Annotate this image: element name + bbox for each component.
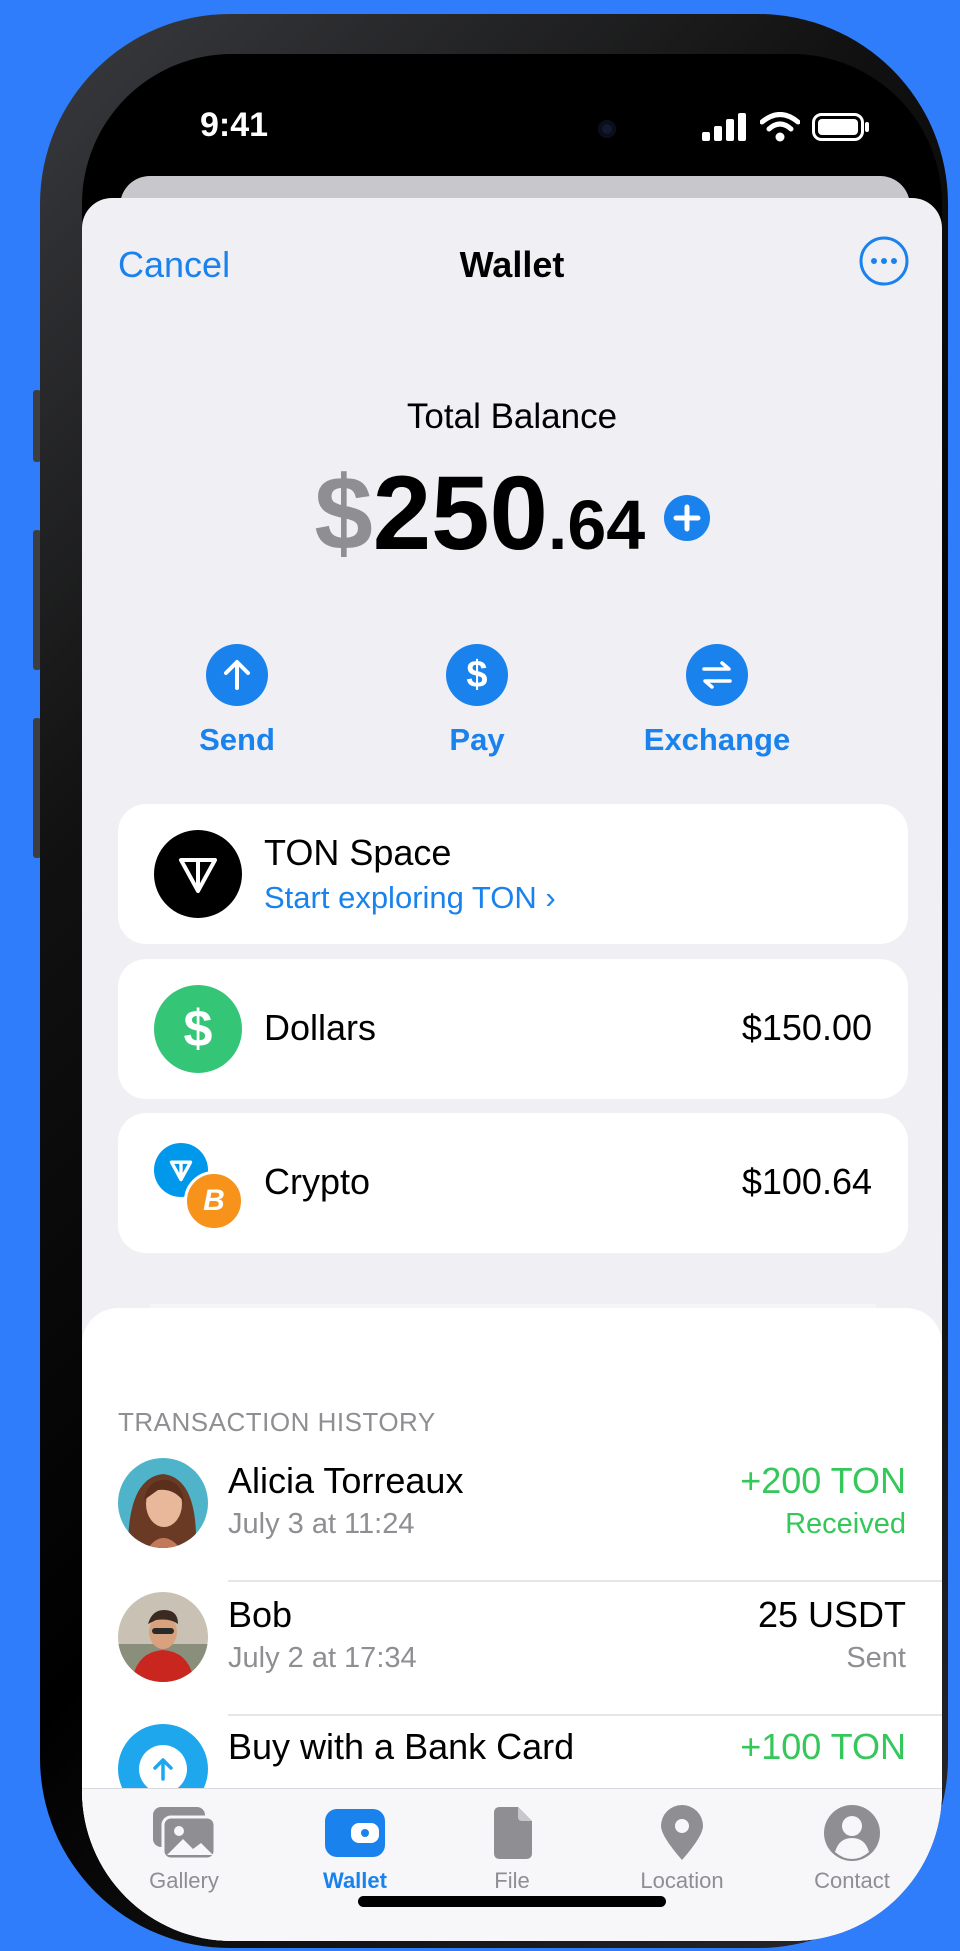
exchange-label: Exchange bbox=[643, 722, 791, 757]
signal-icon bbox=[702, 113, 746, 141]
status-icons bbox=[702, 112, 870, 142]
transaction-name: Alicia Torreaux bbox=[228, 1460, 464, 1501]
balance-currency: $ bbox=[314, 455, 373, 572]
crypto-amount: $100.64 bbox=[741, 1161, 872, 1202]
wallet-icon bbox=[285, 1804, 425, 1862]
pay-label: Pay bbox=[449, 722, 505, 757]
ton-space-card[interactable]: TON Space Start exploring TON › bbox=[118, 804, 908, 944]
tab-file-label: File bbox=[494, 1868, 530, 1893]
file-icon bbox=[442, 1804, 582, 1862]
send-button[interactable]: Send bbox=[137, 644, 337, 758]
dollar-icon: $ bbox=[446, 644, 508, 706]
transaction-name: Bob bbox=[228, 1594, 293, 1635]
tab-wallet-label: Wallet bbox=[323, 1868, 387, 1893]
gallery-icon bbox=[114, 1804, 254, 1862]
transaction-row[interactable]: Alicia Torreaux July 3 at 11:24 +200 TON… bbox=[82, 1448, 942, 1580]
phone-screen: 9:41 Cancel Wallet Total Balance $250.64 bbox=[82, 54, 942, 1941]
add-funds-icon[interactable] bbox=[663, 495, 710, 541]
wifi-icon bbox=[760, 112, 800, 142]
tab-contact-label: Contact bbox=[814, 1868, 890, 1893]
transaction-date: July 3 at 11:24 bbox=[228, 1508, 415, 1540]
battery-icon bbox=[812, 113, 869, 141]
tab-wallet[interactable]: Wallet bbox=[285, 1804, 425, 1894]
exchange-icon bbox=[686, 644, 748, 706]
avatar bbox=[118, 1458, 208, 1548]
tab-gallery[interactable]: Gallery bbox=[114, 1804, 254, 1894]
ton-space-link[interactable]: Start exploring TON › bbox=[264, 880, 556, 916]
transaction-amount: +100 TON bbox=[740, 1726, 906, 1767]
pay-button[interactable]: $ Pay bbox=[377, 644, 577, 758]
tab-location[interactable]: Location bbox=[612, 1804, 752, 1894]
contact-icon bbox=[782, 1804, 922, 1862]
total-balance: $250.64 bbox=[82, 454, 942, 574]
crypto-label: Crypto bbox=[264, 1161, 371, 1202]
transaction-name: Buy with a Bank Card bbox=[228, 1726, 575, 1767]
more-options-icon[interactable] bbox=[859, 236, 909, 286]
dollars-account[interactable]: $ Dollars $150.00 bbox=[118, 959, 908, 1099]
status-time: 9:41 bbox=[200, 106, 269, 144]
home-indicator[interactable] bbox=[358, 1896, 666, 1907]
crypto-account[interactable]: B Crypto $100.64 bbox=[118, 1113, 908, 1253]
exchange-button[interactable]: Exchange bbox=[617, 644, 817, 758]
balance-whole: 250 bbox=[372, 455, 548, 572]
arrow-up-icon bbox=[206, 644, 268, 706]
send-label: Send bbox=[199, 722, 275, 757]
balance-fraction: .64 bbox=[547, 486, 646, 564]
location-icon bbox=[612, 1804, 752, 1862]
tab-gallery-label: Gallery bbox=[149, 1868, 219, 1893]
bitcoin-icon: B bbox=[184, 1171, 244, 1231]
transaction-date: July 2 at 17:34 bbox=[228, 1642, 417, 1674]
camera-icon bbox=[598, 120, 616, 138]
avatar bbox=[118, 1592, 208, 1682]
dynamic-island bbox=[394, 92, 658, 166]
transaction-amount: +200 TON bbox=[740, 1460, 906, 1501]
dollar-coin-icon: $ bbox=[154, 985, 242, 1073]
page-title: Wallet bbox=[459, 244, 565, 285]
tab-location-label: Location bbox=[640, 1868, 724, 1893]
ton-logo-icon bbox=[154, 830, 242, 918]
dollars-amount: $150.00 bbox=[741, 1007, 872, 1048]
history-header: TRANSACTION HISTORY bbox=[118, 1407, 436, 1437]
tab-file[interactable]: File bbox=[442, 1804, 582, 1894]
transaction-amount: 25 USDT bbox=[757, 1594, 906, 1635]
total-balance-label: Total Balance bbox=[406, 397, 618, 436]
tab-contact[interactable]: Contact bbox=[782, 1804, 922, 1894]
transaction-status: Received bbox=[785, 1508, 906, 1540]
transaction-row[interactable]: Bob July 2 at 17:34 25 USDT Sent bbox=[82, 1582, 942, 1714]
ton-space-title: TON Space bbox=[264, 832, 452, 873]
transaction-status: Sent bbox=[846, 1642, 906, 1674]
dollars-label: Dollars bbox=[264, 1007, 377, 1048]
